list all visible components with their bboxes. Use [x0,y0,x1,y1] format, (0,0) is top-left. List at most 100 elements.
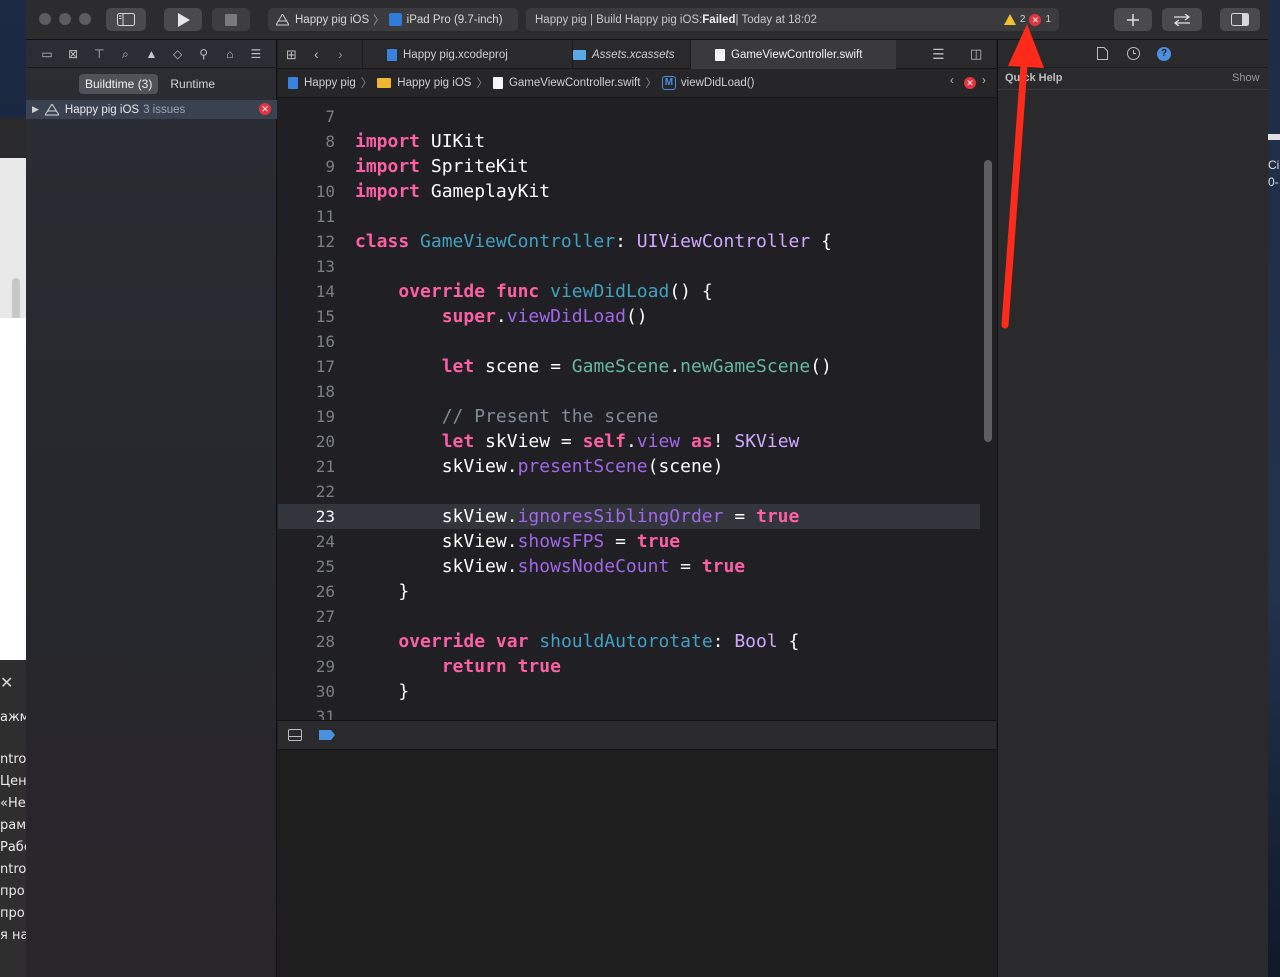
search-icon[interactable]: ⌕ [118,47,132,61]
toggle-navigator-button[interactable] [106,8,146,31]
activity-status[interactable]: Happy pig | Build Happy pig iOS: Failed … [526,8,1059,31]
code-line[interactable]: 20 let skView = self.view as! SKView [278,429,980,454]
code-line[interactable]: 24 skView.showsFPS = true [278,529,980,554]
code-line[interactable]: 30 } [278,679,980,704]
line-number[interactable]: 30 [278,679,335,704]
code-line[interactable]: 12 class GameViewController: UIViewContro… [278,229,980,254]
code-line[interactable]: 29 return true [278,654,980,679]
code-line[interactable]: 21 skView.presentScene(scene) [278,454,980,479]
line-number[interactable]: 21 [278,454,335,479]
split-editor-icon[interactable]: ◫ [970,46,982,62]
x-box-icon[interactable]: ⊠ [66,47,80,61]
minimize-window-button[interactable] [59,13,71,25]
line-number[interactable]: 10 [278,179,335,204]
code-line[interactable]: 14 override func viewDidLoad() { [278,279,980,304]
file-icon[interactable] [1097,47,1108,60]
warning-icon[interactable]: ▲ [144,47,158,61]
code-line[interactable]: 10 import GameplayKit [278,179,980,204]
code-line[interactable]: 17 let scene = GameScene.newGameScene() [278,354,980,379]
line-number[interactable]: 27 [278,604,335,629]
code-line[interactable]: 18 [278,379,980,404]
code-line[interactable]: 8 import UIKit [278,129,980,154]
issue-badges[interactable]: 2 ✕ 1 [1003,8,1051,31]
code-line[interactable]: 31 [278,704,980,720]
issue-group-row[interactable]: ▶ Happy pig iOS 3 issues ✕ [26,100,277,119]
source-editor[interactable]: 7 8 import UIKit 9 import SpriteKit 10 import … [278,98,996,720]
close-window-button[interactable] [39,13,51,25]
code-line[interactable]: 19 // Present the scene [278,404,980,429]
line-number[interactable]: 12 [278,229,335,254]
code-line[interactable]: 22 [278,479,980,504]
line-number[interactable]: 15 [278,304,335,329]
line-number[interactable]: 20 [278,429,335,454]
line-number[interactable]: 25 [278,554,335,579]
previous-issue-icon[interactable]: ‹ [950,75,954,87]
line-number[interactable]: 19 [278,404,335,429]
back-arrow-icon[interactable]: ‹ [314,46,319,62]
breadcrumb-group[interactable]: Happy pig iOS [397,77,471,89]
next-issue-icon[interactable]: › [982,75,986,87]
clock-icon[interactable] [1127,47,1140,60]
line-number[interactable]: 13 [278,254,335,279]
line-number[interactable]: 9 [278,154,335,179]
folder-icon[interactable]: ▭ [40,47,54,61]
hierarchy-icon[interactable]: ⊤ [92,47,106,61]
tab-gameviewcontroller[interactable]: GameViewController.swift [690,40,896,69]
disclosure-triangle-icon[interactable]: ▶ [32,104,39,115]
forward-arrow-icon[interactable]: › [338,46,343,62]
code-line[interactable]: 16 [278,329,980,354]
line-number[interactable]: 11 [278,204,335,229]
library-button[interactable] [1114,8,1152,31]
code-line[interactable]: 9 import SpriteKit [278,154,980,179]
code-line[interactable]: 28 override var shouldAutorotate: Bool { [278,629,980,654]
zoom-window-button[interactable] [79,13,91,25]
line-number[interactable]: 16 [278,329,335,354]
editor-scrollbar[interactable] [984,160,992,442]
breakpoint-toggle-icon[interactable] [319,730,335,740]
code-line[interactable]: 25 skView.showsNodeCount = true [278,554,980,579]
stop-button[interactable] [212,8,250,31]
tab-runtime[interactable]: Runtime [164,74,221,94]
code-line[interactable]: 11 [278,204,980,229]
breadcrumb-file[interactable]: GameViewController.swift [509,77,640,89]
help-icon[interactable]: ? [1157,47,1171,61]
line-number[interactable]: 28 [278,629,335,654]
tag-icon[interactable]: ⌂ [223,47,237,61]
tab-buildtime[interactable]: Buildtime (3) [79,74,159,94]
line-number[interactable]: 18 [278,379,335,404]
toggle-inspector-button[interactable] [1220,8,1260,31]
list-icon[interactable]: ☰ [249,47,263,61]
line-number[interactable]: 31 [278,704,335,720]
tab-assets[interactable]: Assets.xcassets [572,40,690,69]
show-button[interactable]: Show [1232,72,1260,84]
debug-console[interactable] [278,750,996,977]
tab-xcodeproj[interactable]: Happy pig.xcodeproj [362,40,572,69]
diamond-icon[interactable]: ◇ [171,47,185,61]
run-button[interactable] [164,8,202,31]
breadcrumb-project[interactable]: Happy pig [304,77,356,89]
breadcrumb-symbol[interactable]: viewDidLoad() [681,77,755,89]
code-review-button[interactable] [1162,8,1202,31]
line-number[interactable]: 22 [278,479,335,504]
editor-options-icon[interactable]: ☰ [932,46,945,63]
line-number[interactable]: 7 [278,104,335,129]
line-number[interactable]: 24 [278,529,335,554]
code-line[interactable]: 15 super.viewDidLoad() [278,304,980,329]
line-number[interactable]: 29 [278,654,335,679]
code-line[interactable]: 26 } [278,579,980,604]
spray-icon[interactable]: ⚲ [197,47,211,61]
line-number[interactable]: 26 [278,579,335,604]
line-number[interactable]: 17 [278,354,335,379]
grid-icon[interactable]: ⊞ [286,47,297,63]
line-number[interactable]: 14 [278,279,335,304]
scheme-selector[interactable]: Happy pig iOS 〉 iPad Pro (9.7-inch) [268,8,518,31]
code-line[interactable]: 27 [278,604,980,629]
hide-debug-area-icon[interactable] [288,729,302,741]
line-number[interactable]: 8 [278,129,335,154]
line-number[interactable]: 23 [278,504,335,529]
error-icon[interactable]: ✕ [964,77,976,89]
code-line[interactable]: 13 [278,254,980,279]
code-line[interactable]: 7 [278,104,980,129]
chevron-right-icon: 〉 [360,78,373,90]
code-line[interactable]: 23 skView.ignoresSiblingOrder = true [278,504,980,529]
